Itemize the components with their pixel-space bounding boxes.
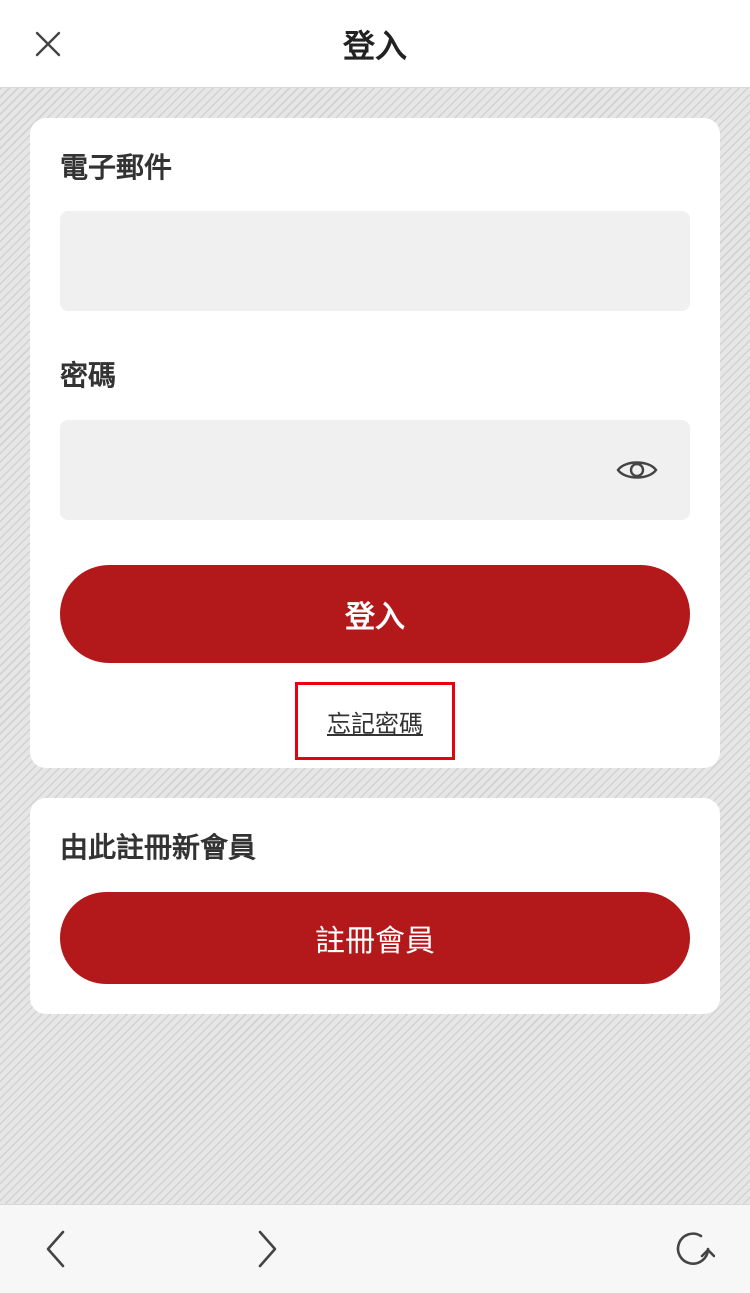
show-password-button[interactable]	[614, 450, 660, 490]
forward-button[interactable]	[245, 1227, 289, 1271]
password-field[interactable]	[60, 420, 690, 520]
chevron-right-icon	[258, 1230, 277, 1268]
forgot-password-link[interactable]: 忘記密碼	[295, 682, 455, 760]
reload-icon	[676, 1232, 715, 1265]
login-button[interactable]: 登入	[60, 565, 690, 663]
content-area: 電子郵件 密碼 登入 忘記密碼 由此註冊新會員 註冊會員	[0, 88, 750, 1204]
register-heading: 由此註冊新會員	[60, 831, 257, 864]
register-button[interactable]: 註冊會員	[60, 892, 690, 984]
eye-icon	[616, 461, 658, 479]
close-button[interactable]	[28, 24, 68, 64]
email-label: 電子郵件	[60, 151, 173, 184]
page-title: 登入	[342, 27, 407, 65]
email-field[interactable]	[60, 211, 690, 311]
chevron-left-icon	[46, 1230, 65, 1268]
back-button[interactable]	[34, 1227, 78, 1271]
close-icon	[35, 31, 61, 57]
password-field-box	[60, 420, 690, 520]
email-field-box	[60, 211, 690, 311]
browser-toolbar	[0, 1204, 750, 1293]
password-label: 密碼	[60, 359, 117, 392]
login-card: 電子郵件 密碼 登入 忘記密碼	[30, 118, 720, 768]
register-card: 由此註冊新會員 註冊會員	[30, 798, 720, 1014]
top-bar: 登入	[0, 0, 750, 88]
reload-button[interactable]	[672, 1227, 716, 1271]
